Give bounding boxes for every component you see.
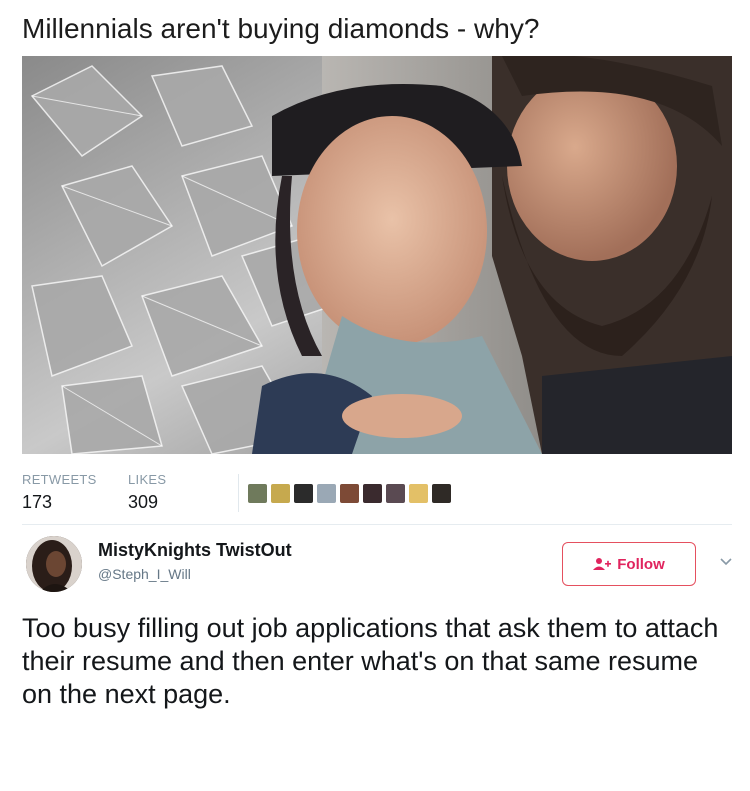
- retweets-count: 173: [22, 492, 53, 512]
- tweet-text: Too busy filling out job applications th…: [22, 613, 719, 709]
- follow-label: Follow: [617, 555, 665, 573]
- likes-stat[interactable]: LIKES 309: [128, 472, 166, 514]
- liker-avatar-8-icon[interactable]: [409, 484, 428, 503]
- display-name[interactable]: MistyKnights TwistOut: [98, 540, 292, 561]
- photo-image: [22, 56, 732, 454]
- liker-avatar-6-icon[interactable]: [363, 484, 382, 503]
- likes-count: 309: [128, 492, 159, 512]
- headline: Millennials aren't buying diamonds - why…: [22, 13, 540, 44]
- liker-avatar-5-icon[interactable]: [340, 484, 359, 503]
- follow-button[interactable]: Follow: [562, 542, 696, 586]
- retweets-label: RETWEETS: [22, 472, 97, 487]
- stats-divider: [238, 474, 239, 512]
- liker-avatar-7-icon[interactable]: [386, 484, 405, 503]
- divider: [22, 524, 732, 525]
- liker-avatar-9-icon[interactable]: [432, 484, 451, 503]
- liker-avatars: [248, 484, 451, 503]
- article-photo[interactable]: [22, 56, 732, 454]
- liker-avatar-2-icon[interactable]: [271, 484, 290, 503]
- likes-label: LIKES: [128, 472, 167, 487]
- avatar-icon: [26, 536, 82, 592]
- retweets-stat[interactable]: RETWEETS 173: [22, 472, 97, 514]
- user-avatar[interactable]: [26, 536, 82, 592]
- add-user-icon: [593, 558, 612, 570]
- liker-avatar-1-icon[interactable]: [248, 484, 267, 503]
- user-handle[interactable]: @Steph_I_Will: [98, 566, 191, 582]
- liker-avatar-4-icon[interactable]: [317, 484, 336, 503]
- liker-avatar-3-icon[interactable]: [294, 484, 313, 503]
- chevron-down-icon[interactable]: [718, 554, 734, 570]
